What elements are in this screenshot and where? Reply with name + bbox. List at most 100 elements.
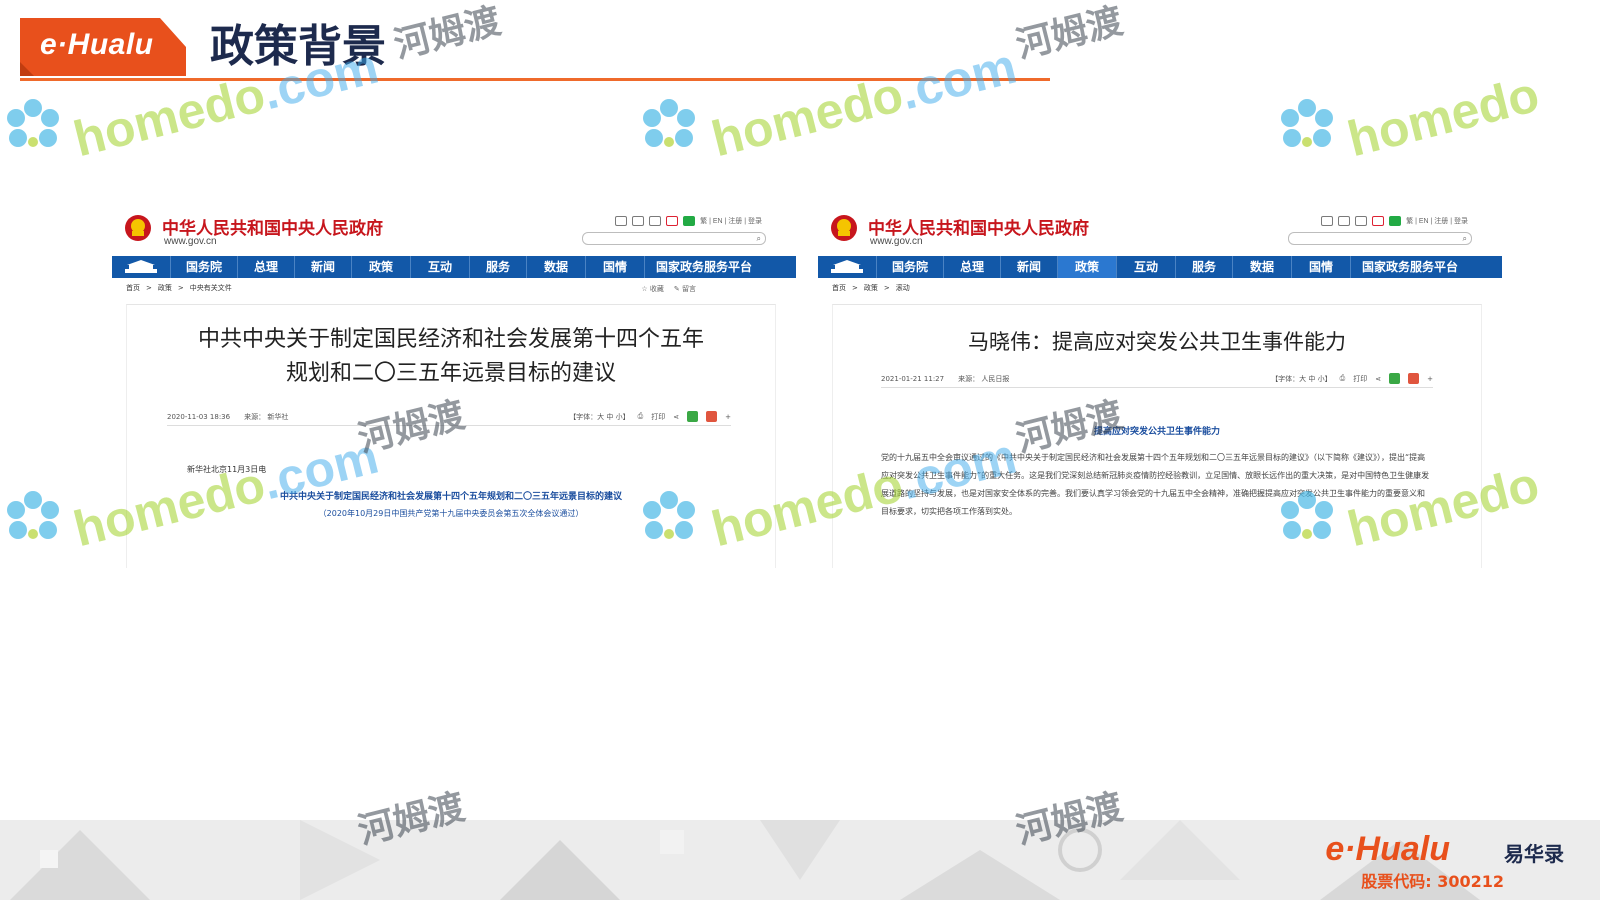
- article-subheading: 提高应对突发公共卫生事件能力: [1093, 427, 1220, 437]
- mobile-icon[interactable]: [1355, 216, 1368, 226]
- page-title: 政策背景: [210, 21, 386, 72]
- nav-item-service[interactable]: 服务: [1176, 256, 1233, 278]
- nav-item-policy[interactable]: 政策: [1058, 256, 1117, 278]
- watermark-text-cn: 河姆渡: [390, 0, 505, 67]
- search-icon[interactable]: ⌕: [757, 233, 761, 244]
- nav-item-interaction[interactable]: 互动: [411, 256, 470, 278]
- utility-bar: 繁 | EN | 注册 | 登录: [615, 216, 762, 226]
- nav-item-premier[interactable]: 总理: [238, 256, 295, 278]
- watermark-text-cn: 河姆渡: [1012, 0, 1127, 67]
- mail-icon[interactable]: [1321, 216, 1334, 226]
- wechat-icon[interactable]: [1389, 216, 1402, 226]
- crumb-actions: ☆ 收藏 ✎ 留言: [641, 284, 696, 294]
- comment-link[interactable]: ✎ 留言: [674, 284, 696, 294]
- article-source: 来源： 新华社: [244, 413, 289, 421]
- breadcrumb-sep: >: [177, 284, 184, 292]
- nav-item-interaction[interactable]: 互动: [1117, 256, 1176, 278]
- breadcrumb-policy[interactable]: 政策: [158, 283, 172, 293]
- gov-domain: www.gov.cn: [870, 236, 923, 247]
- weibo-share-icon[interactable]: [706, 411, 718, 422]
- nav-item-national-info[interactable]: 国情: [586, 256, 645, 278]
- favorite-link[interactable]: ☆ 收藏: [641, 284, 664, 294]
- tiananmen-icon: [125, 260, 157, 273]
- article-title: 中共中央关于制定国民经济和社会发展第十四个五年 规划和二〇三五年远景目标的建议: [127, 323, 775, 391]
- breadcrumb-sep: >: [852, 284, 858, 292]
- share-icon[interactable]: ⋖: [673, 413, 679, 421]
- screenshot-right: 中华人民共和国中央人民政府 www.gov.cn 繁 | EN | 注册 | 登…: [818, 202, 1502, 568]
- article-panel: 马晓伟：提高应对突发公共卫生事件能力 2021-01-21 11:27 来源： …: [832, 304, 1482, 568]
- article-tools: 【字体：大 中 小】 ⎙ 打印 ⋖ +: [1271, 373, 1433, 384]
- article-date: 2020-11-03 18:36: [167, 413, 231, 421]
- nav-item-national-info[interactable]: 国情: [1292, 256, 1351, 278]
- nav-item-gov-service-platform[interactable]: 国家政务服务平台: [645, 256, 763, 278]
- breadcrumb-current[interactable]: 中央有关文件: [190, 283, 232, 293]
- print-icon[interactable]: ⎙: [638, 412, 644, 421]
- search-icon[interactable]: ⌕: [1463, 233, 1467, 244]
- weibo-icon[interactable]: [1372, 216, 1385, 226]
- more-share-icon[interactable]: +: [725, 413, 731, 421]
- wechat-share-icon[interactable]: [687, 411, 699, 422]
- weibo-share-icon[interactable]: [1408, 373, 1420, 384]
- utility-links[interactable]: 繁 | EN | 注册 | 登录: [1406, 216, 1468, 226]
- article-source: 来源： 人民日报: [958, 375, 1010, 383]
- more-share-icon[interactable]: +: [1427, 375, 1433, 383]
- breadcrumb-sep: >: [146, 284, 152, 292]
- nav-item-policy[interactable]: 政策: [352, 256, 411, 278]
- nav-item-premier[interactable]: 总理: [944, 256, 1001, 278]
- article-meta: 2021-01-21 11:27 来源： 人民日报 【字体：大 中 小】 ⎙ 打…: [881, 371, 1433, 388]
- share-icon[interactable]: ⋖: [1375, 375, 1381, 383]
- nav-item-news[interactable]: 新闻: [1001, 256, 1058, 278]
- app-icon[interactable]: [632, 216, 645, 226]
- watermark-flower-icon: [7, 99, 59, 147]
- footer-logo: e·Hualu: [1325, 830, 1450, 868]
- watermark-flower-icon: [643, 491, 695, 539]
- nav-item-gov-service-platform[interactable]: 国家政务服务平台: [1351, 256, 1469, 278]
- breadcrumb: 首页 > 政策 > 中央有关文件 ☆ 收藏 ✎ 留言: [112, 278, 796, 298]
- breadcrumb-current[interactable]: 滚动: [896, 283, 910, 293]
- breadcrumb-sep: >: [883, 284, 890, 292]
- gov-domain: www.gov.cn: [164, 236, 217, 247]
- nav-home[interactable]: [818, 256, 877, 278]
- article-date: 2021-01-21 11:27: [881, 375, 945, 383]
- nav-item-state-council[interactable]: 国务院: [171, 256, 238, 278]
- nav-item-news[interactable]: 新闻: [295, 256, 352, 278]
- print-icon[interactable]: ⎙: [1340, 374, 1346, 383]
- gov-header: 中华人民共和国中央人民政府 www.gov.cn 繁 | EN | 注册 | 登…: [818, 202, 1502, 256]
- breadcrumb-home[interactable]: 首页: [126, 283, 140, 293]
- brand-logo-text: e·Hualu: [40, 28, 154, 61]
- breadcrumb: 首页 > 政策 > 滚动: [818, 278, 1502, 298]
- watermark-text: homedo: [1342, 65, 1545, 168]
- print-link[interactable]: 打印: [651, 412, 665, 422]
- app-icon[interactable]: [1338, 216, 1351, 226]
- nav-item-state-council[interactable]: 国务院: [877, 256, 944, 278]
- wechat-share-icon[interactable]: [1389, 373, 1401, 384]
- breadcrumb-policy[interactable]: 政策: [864, 283, 878, 293]
- national-emblem-icon: [125, 215, 151, 241]
- mobile-icon[interactable]: [649, 216, 662, 226]
- tiananmen-icon: [831, 260, 863, 273]
- nav-home[interactable]: [112, 256, 171, 278]
- breadcrumb-home[interactable]: 首页: [832, 283, 846, 293]
- weibo-icon[interactable]: [666, 216, 679, 226]
- main-nav: 国务院 总理 新闻 政策 互动 服务 数据 国情 国家政务服务平台: [112, 256, 796, 278]
- watermark-flower-icon: [7, 491, 59, 539]
- nav-item-service[interactable]: 服务: [470, 256, 527, 278]
- gov-header: 中华人民共和国中央人民政府 www.gov.cn 繁 | EN | 注册 | 登…: [112, 202, 796, 256]
- article-dateline: 新华社北京11月3日电: [187, 465, 267, 474]
- title-divider: [20, 78, 1050, 81]
- font-size-control[interactable]: 【字体：大 中 小】: [1271, 374, 1331, 384]
- utility-links[interactable]: 繁 | EN | 注册 | 登录: [700, 216, 762, 226]
- font-size-control[interactable]: 【字体：大 中 小】: [569, 412, 629, 422]
- main-nav: 国务院 总理 新闻 政策 互动 服务 数据 国情 国家政务服务平台: [818, 256, 1502, 278]
- article-title-line-1: 中共中央关于制定国民经济和社会发展第十四个五年: [197, 327, 704, 352]
- article-title-line-2: 规划和二〇三五年远景目标的建议: [285, 361, 616, 386]
- nav-item-data[interactable]: 数据: [527, 256, 586, 278]
- national-emblem-icon: [831, 215, 857, 241]
- mail-icon[interactable]: [615, 216, 628, 226]
- wechat-icon[interactable]: [683, 216, 696, 226]
- print-link[interactable]: 打印: [1353, 374, 1367, 384]
- nav-item-data[interactable]: 数据: [1233, 256, 1292, 278]
- search-input[interactable]: ⌕: [1288, 232, 1472, 245]
- watermark-flower-icon: [1281, 491, 1333, 539]
- search-input[interactable]: ⌕: [582, 232, 766, 245]
